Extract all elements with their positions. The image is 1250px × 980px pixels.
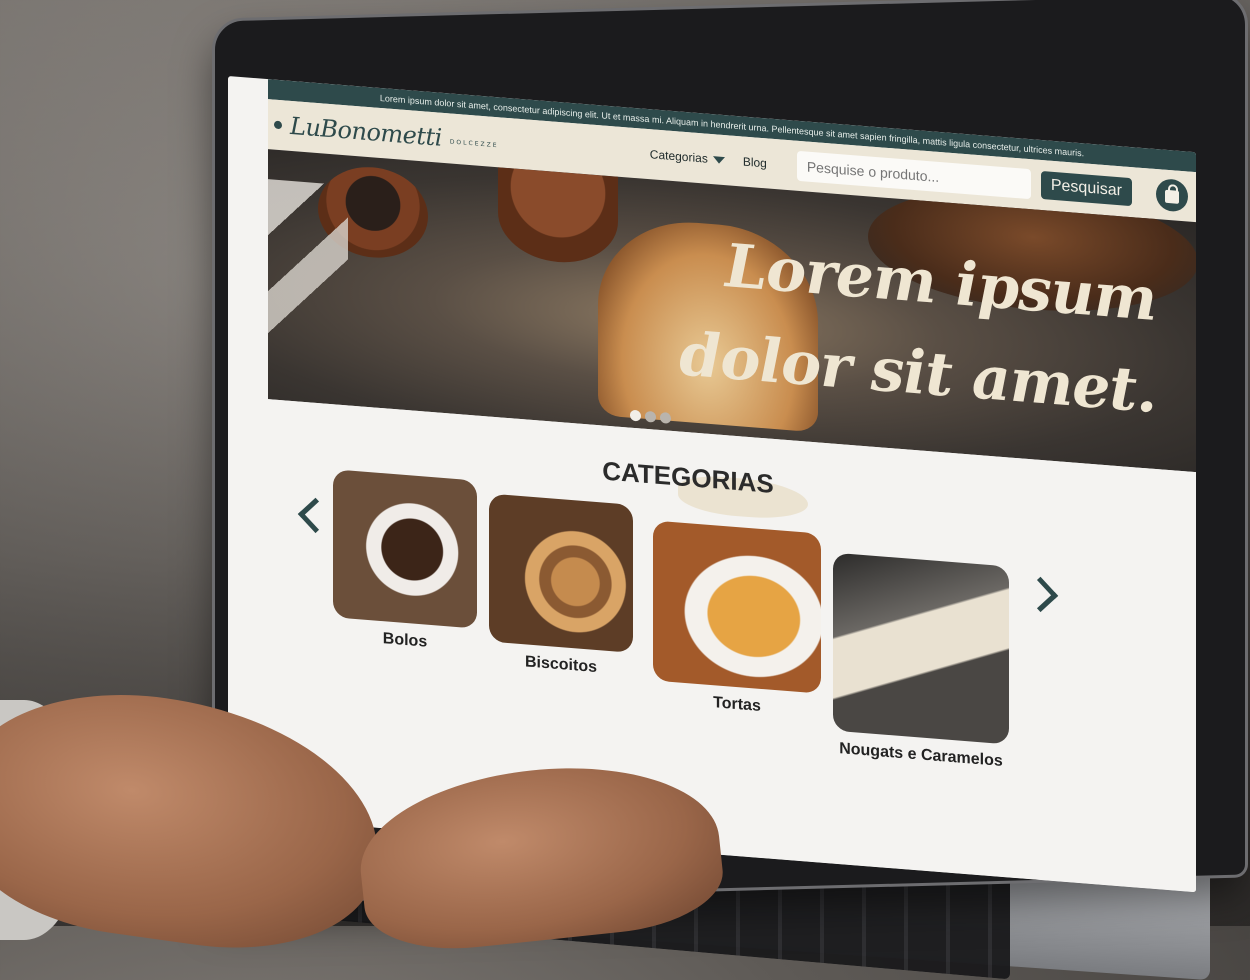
carousel-dot-1[interactable] bbox=[630, 409, 641, 422]
search-button[interactable]: Pesquisar bbox=[1040, 170, 1132, 207]
category-image bbox=[333, 469, 477, 629]
carousel-dot-3[interactable] bbox=[660, 411, 671, 424]
cart-button[interactable] bbox=[1156, 178, 1188, 213]
categories-carousel: Bolos Biscoitos Tortas Nougats e Caramel… bbox=[333, 469, 1013, 813]
shopping-bag-icon bbox=[1165, 189, 1179, 204]
nav-blog[interactable]: Blog bbox=[743, 155, 767, 171]
search-input[interactable] bbox=[796, 150, 1031, 200]
carousel-dot-2[interactable] bbox=[645, 410, 656, 423]
category-card-biscoitos[interactable]: Biscoitos bbox=[489, 493, 633, 681]
logo-text: LuBonometti bbox=[290, 111, 442, 152]
category-label: Biscoitos bbox=[524, 653, 597, 677]
category-card-tortas[interactable]: Tortas bbox=[653, 520, 821, 721]
logo-subtitle: DOLCEZZE bbox=[449, 137, 499, 149]
carousel-next-icon[interactable] bbox=[1022, 576, 1059, 613]
main-nav: Categorias Blog bbox=[650, 147, 767, 170]
category-image bbox=[489, 493, 633, 653]
category-label: Tortas bbox=[713, 694, 761, 715]
nav-categories[interactable]: Categorias bbox=[650, 147, 725, 167]
category-card-bolos[interactable]: Bolos bbox=[333, 469, 477, 656]
nav-blog-label: Blog bbox=[742, 154, 767, 171]
laptop-screen: Lorem ipsum dolor sit amet, consectetur … bbox=[228, 76, 1196, 893]
caret-down-icon bbox=[712, 155, 725, 164]
carousel-prev-icon[interactable] bbox=[297, 497, 334, 534]
category-label: Nougats e Caramelos bbox=[839, 740, 1003, 770]
category-image bbox=[833, 552, 1009, 745]
carousel-dots bbox=[630, 409, 671, 424]
hero-image-chocolate-shards bbox=[268, 179, 348, 386]
nav-categories-label: Categorias bbox=[649, 147, 708, 166]
logo-mark-icon bbox=[274, 120, 282, 130]
category-image bbox=[653, 520, 821, 694]
category-label: Bolos bbox=[382, 630, 428, 651]
site-logo[interactable]: LuBonometti DOLCEZZE bbox=[274, 111, 499, 157]
category-card-nougats[interactable]: Nougats e Caramelos bbox=[833, 552, 1009, 773]
